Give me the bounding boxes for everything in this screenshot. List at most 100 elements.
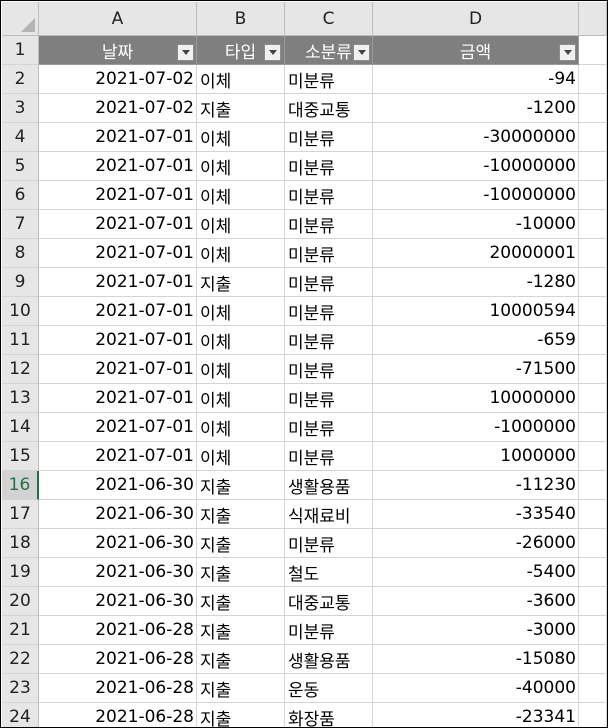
column-e-header-partial[interactable] (579, 2, 607, 36)
row-header-4[interactable]: 4 (2, 123, 39, 152)
cell-amount[interactable]: -1280 (373, 268, 579, 297)
cell-category[interactable]: 대중교통 (285, 587, 373, 616)
cell-date[interactable]: 2021-06-28 (39, 645, 197, 674)
cell-category[interactable]: 미분류 (285, 355, 373, 384)
cell-type[interactable]: 지출 (197, 94, 285, 123)
cell-amount[interactable]: 1000000 (373, 442, 579, 471)
row-header-11[interactable]: 11 (2, 326, 39, 355)
row-header-21[interactable]: 21 (2, 616, 39, 645)
cell-date[interactable]: 2021-07-01 (39, 123, 197, 152)
cell-category[interactable]: 운동 (285, 674, 373, 703)
cell-category[interactable]: 미분류 (285, 384, 373, 413)
cell-type[interactable]: 이체 (197, 384, 285, 413)
cell-date[interactable]: 2021-07-01 (39, 384, 197, 413)
cell-amount[interactable]: -11230 (373, 471, 579, 500)
cell-category[interactable]: 식재료비 (285, 500, 373, 529)
cell-type[interactable]: 이체 (197, 65, 285, 94)
cell-type[interactable]: 지출 (197, 558, 285, 587)
cell-date[interactable]: 2021-07-02 (39, 65, 197, 94)
row-header-15[interactable]: 15 (2, 442, 39, 471)
cell-amount[interactable]: 20000001 (373, 239, 579, 268)
cell-empty-e[interactable] (579, 326, 607, 355)
row-header-1[interactable]: 1 (2, 36, 39, 65)
cell-empty-e[interactable] (579, 500, 607, 529)
cell-category[interactable]: 미분류 (285, 268, 373, 297)
cell-empty-e[interactable] (579, 558, 607, 587)
cell-type[interactable]: 이체 (197, 355, 285, 384)
header-amount[interactable]: 금액 (373, 36, 579, 65)
cell-amount[interactable]: 10000000 (373, 384, 579, 413)
row-header-10[interactable]: 10 (2, 297, 39, 326)
cell-empty-e[interactable] (579, 181, 607, 210)
cell-empty-e[interactable] (579, 471, 607, 500)
cell-empty-e[interactable] (579, 616, 607, 645)
cell-amount[interactable]: -33540 (373, 500, 579, 529)
cell-amount[interactable]: 10000594 (373, 297, 579, 326)
cell-empty-e[interactable] (579, 268, 607, 297)
row-header-18[interactable]: 18 (2, 529, 39, 558)
cell-category[interactable]: 미분류 (285, 413, 373, 442)
cell-amount[interactable]: -5400 (373, 558, 579, 587)
cell-category[interactable]: 미분류 (285, 210, 373, 239)
cell-empty-e[interactable] (579, 65, 607, 94)
cell-amount[interactable]: -1200 (373, 94, 579, 123)
cell-date[interactable]: 2021-06-28 (39, 674, 197, 703)
cell-amount[interactable]: -40000 (373, 674, 579, 703)
cell-amount[interactable]: -1000000 (373, 413, 579, 442)
cell-empty-e[interactable] (579, 94, 607, 123)
cell-type[interactable]: 이체 (197, 123, 285, 152)
row-header-7[interactable]: 7 (2, 210, 39, 239)
cell-empty-e[interactable] (579, 239, 607, 268)
cell-type[interactable]: 이체 (197, 413, 285, 442)
cell-type[interactable]: 이체 (197, 326, 285, 355)
cell-type[interactable]: 이체 (197, 181, 285, 210)
header-category[interactable]: 소분류 (285, 36, 373, 65)
cell-category[interactable]: 화장품 (285, 703, 373, 727)
cell-amount[interactable]: -10000000 (373, 181, 579, 210)
column-b-header[interactable]: B (197, 2, 285, 36)
select-all-corner[interactable] (2, 2, 39, 36)
cell-type[interactable]: 지출 (197, 703, 285, 727)
cell-type[interactable]: 지출 (197, 645, 285, 674)
cell-date[interactable]: 2021-07-01 (39, 268, 197, 297)
header-date[interactable]: 날짜 (39, 36, 197, 65)
row-header-20[interactable]: 20 (2, 587, 39, 616)
cell-date[interactable]: 2021-06-30 (39, 558, 197, 587)
cell-type[interactable]: 지출 (197, 587, 285, 616)
cell-type[interactable]: 지출 (197, 529, 285, 558)
cell-empty-e[interactable] (579, 297, 607, 326)
cell-date[interactable]: 2021-07-01 (39, 181, 197, 210)
cell-amount[interactable]: -10000000 (373, 152, 579, 181)
row-header-24[interactable]: 24 (2, 703, 39, 727)
cell-amount[interactable]: -94 (373, 65, 579, 94)
cell-date[interactable]: 2021-07-01 (39, 152, 197, 181)
cell-category[interactable]: 철도 (285, 558, 373, 587)
cell-date[interactable]: 2021-07-02 (39, 94, 197, 123)
cell-amount[interactable]: -26000 (373, 529, 579, 558)
cell-amount[interactable]: -23341 (373, 703, 579, 727)
column-a-header[interactable]: A (39, 2, 197, 36)
cell-date[interactable]: 2021-07-01 (39, 326, 197, 355)
row-header-5[interactable]: 5 (2, 152, 39, 181)
cell-amount[interactable]: -3600 (373, 587, 579, 616)
cell-category[interactable]: 미분류 (285, 65, 373, 94)
cell-date[interactable]: 2021-07-01 (39, 210, 197, 239)
row-header-6[interactable]: 6 (2, 181, 39, 210)
row-header-14[interactable]: 14 (2, 413, 39, 442)
cell-amount[interactable]: -71500 (373, 355, 579, 384)
cell-type[interactable]: 지출 (197, 500, 285, 529)
row-header-12[interactable]: 12 (2, 355, 39, 384)
cell-empty-e[interactable] (579, 384, 607, 413)
column-d-header[interactable]: D (373, 2, 579, 36)
date-filter-button[interactable] (177, 44, 194, 61)
amount-filter-button[interactable] (559, 44, 576, 61)
cell-amount[interactable]: -10000 (373, 210, 579, 239)
cell-empty-e[interactable] (579, 123, 607, 152)
cell-e1[interactable] (579, 36, 607, 65)
cell-category[interactable]: 생활용품 (285, 645, 373, 674)
cell-category[interactable]: 생활용품 (285, 471, 373, 500)
cell-empty-e[interactable] (579, 587, 607, 616)
cell-type[interactable]: 이체 (197, 210, 285, 239)
cell-type[interactable]: 이체 (197, 152, 285, 181)
row-header-8[interactable]: 8 (2, 239, 39, 268)
